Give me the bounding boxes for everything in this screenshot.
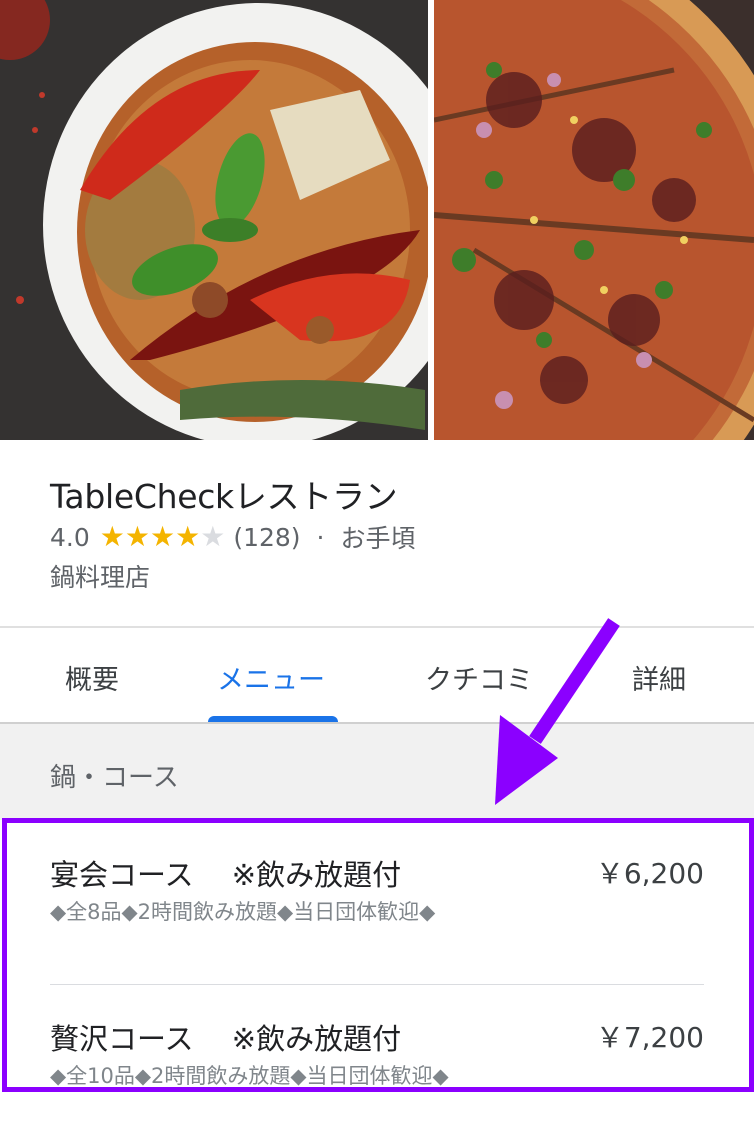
menu-item-title: 宴会コース ※飲み放題付 (50, 858, 402, 892)
star-icon: ★ (175, 520, 201, 553)
menu-item[interactable]: 贅沢コース ※飲み放題付 ￥7,200 ◆全10品◆2時間飲み放題◆当日団体歓迎… (0, 1016, 754, 1136)
menu-item-divider (50, 984, 704, 985)
photo-pizza[interactable] (434, 0, 754, 440)
photo-curry-dish[interactable] (0, 0, 428, 440)
rating-value: 4.0 (50, 522, 90, 552)
menu-item-price: ￥7,200 (595, 1021, 704, 1054)
tab-overview[interactable]: 概要 (65, 658, 119, 697)
separator-dot: · (316, 522, 325, 552)
menu-section-title: 鍋・コース (50, 763, 179, 793)
tab-bar: 概要 メニュー クチコミ 詳細 (0, 628, 754, 724)
review-count[interactable]: (128) (233, 523, 300, 552)
menu-section-header: 鍋・コース (0, 724, 754, 820)
rating-row[interactable]: 4.0 ★ ★ ★ ★ ★ (128) · お手頃 (50, 519, 416, 555)
place-name: TableCheckレストラン (50, 477, 398, 516)
menu-item[interactable]: 宴会コース ※飲み放題付 ￥6,200 ◆全8品◆2時間飲み放題◆当日団体歓迎◆ (0, 852, 754, 972)
photo-gallery[interactable] (0, 0, 754, 440)
tab-menu[interactable]: メニュー (217, 658, 325, 697)
star-icon: ★ (124, 520, 150, 553)
tab-details[interactable]: 詳細 (632, 658, 686, 697)
menu-item-description: ◆全8品◆2時間飲み放題◆当日団体歓迎◆ (50, 900, 436, 924)
price-level: お手頃 (340, 524, 416, 553)
menu-item-title: 贅沢コース ※飲み放題付 (50, 1022, 402, 1056)
tab-reviews[interactable]: クチコミ (425, 658, 533, 697)
star-icon: ★ (149, 520, 176, 553)
star-icon: ★ (99, 520, 125, 553)
star-icon: ★ (200, 520, 226, 553)
menu-item-price: ￥6,200 (595, 857, 704, 890)
star-rating: ★ ★ ★ ★ ★ (100, 523, 226, 551)
menu-item-description: ◆全10品◆2時間飲み放題◆当日団体歓迎◆ (50, 1064, 449, 1088)
place-category[interactable]: 鍋料理店 (50, 558, 150, 594)
